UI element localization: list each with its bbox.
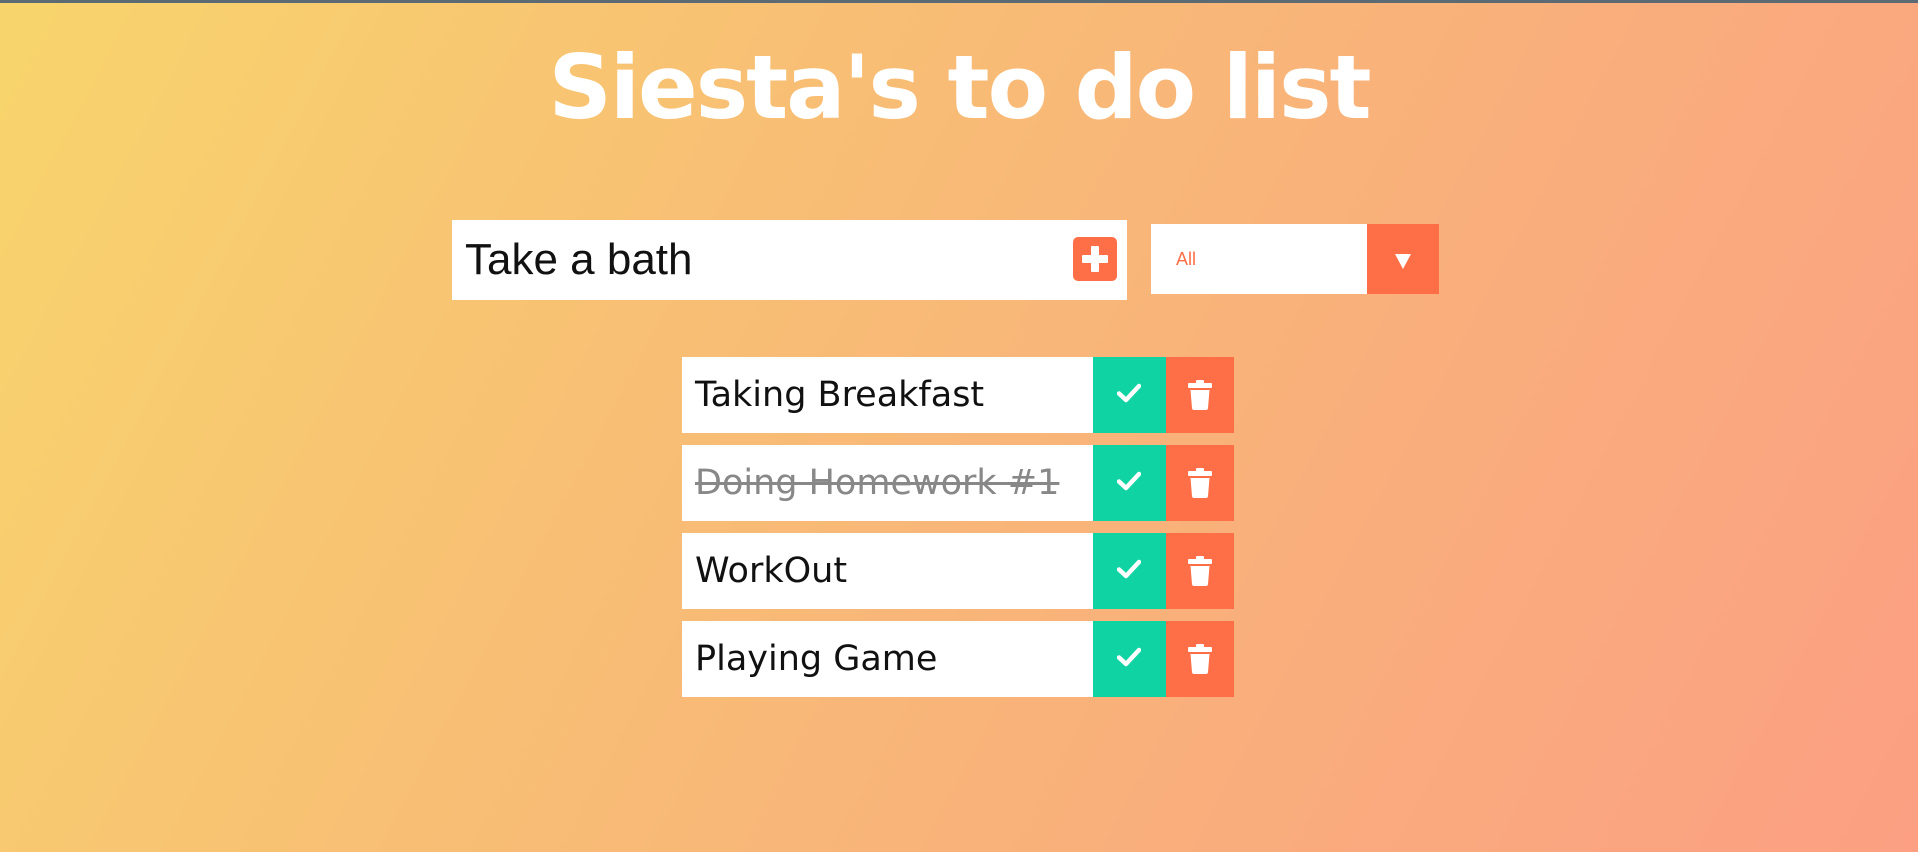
add-todo-button[interactable]	[1073, 237, 1117, 281]
todo-item-completed: Doing Homework #1	[682, 445, 1234, 521]
complete-button[interactable]	[1093, 445, 1166, 521]
filter-selected-value: All	[1176, 249, 1197, 269]
todo-list: Taking Breakfast Doing Homework #1 WorkO…	[682, 357, 1234, 709]
todo-item: Playing Game	[682, 621, 1234, 697]
todo-text: Doing Homework #1	[682, 445, 1093, 521]
complete-button[interactable]	[1093, 357, 1166, 433]
delete-button[interactable]	[1166, 533, 1234, 609]
todo-item: Taking Breakfast	[682, 357, 1234, 433]
complete-button[interactable]	[1093, 533, 1166, 609]
window-top-border	[0, 0, 1918, 3]
caret-down-icon	[1395, 254, 1411, 269]
delete-button[interactable]	[1166, 445, 1234, 521]
todo-text: Playing Game	[682, 621, 1093, 697]
todo-item: WorkOut	[682, 533, 1234, 609]
delete-button[interactable]	[1166, 621, 1234, 697]
delete-button[interactable]	[1166, 357, 1234, 433]
todo-input[interactable]	[452, 220, 1052, 300]
page-title: Siesta's to do list	[548, 36, 1371, 139]
todo-text: WorkOut	[682, 533, 1093, 609]
filter-select[interactable]: All	[1151, 224, 1439, 294]
complete-button[interactable]	[1093, 621, 1166, 697]
add-todo-form	[452, 220, 1127, 300]
filter-dropdown-toggle[interactable]	[1367, 224, 1439, 294]
todo-text: Taking Breakfast	[682, 357, 1093, 433]
